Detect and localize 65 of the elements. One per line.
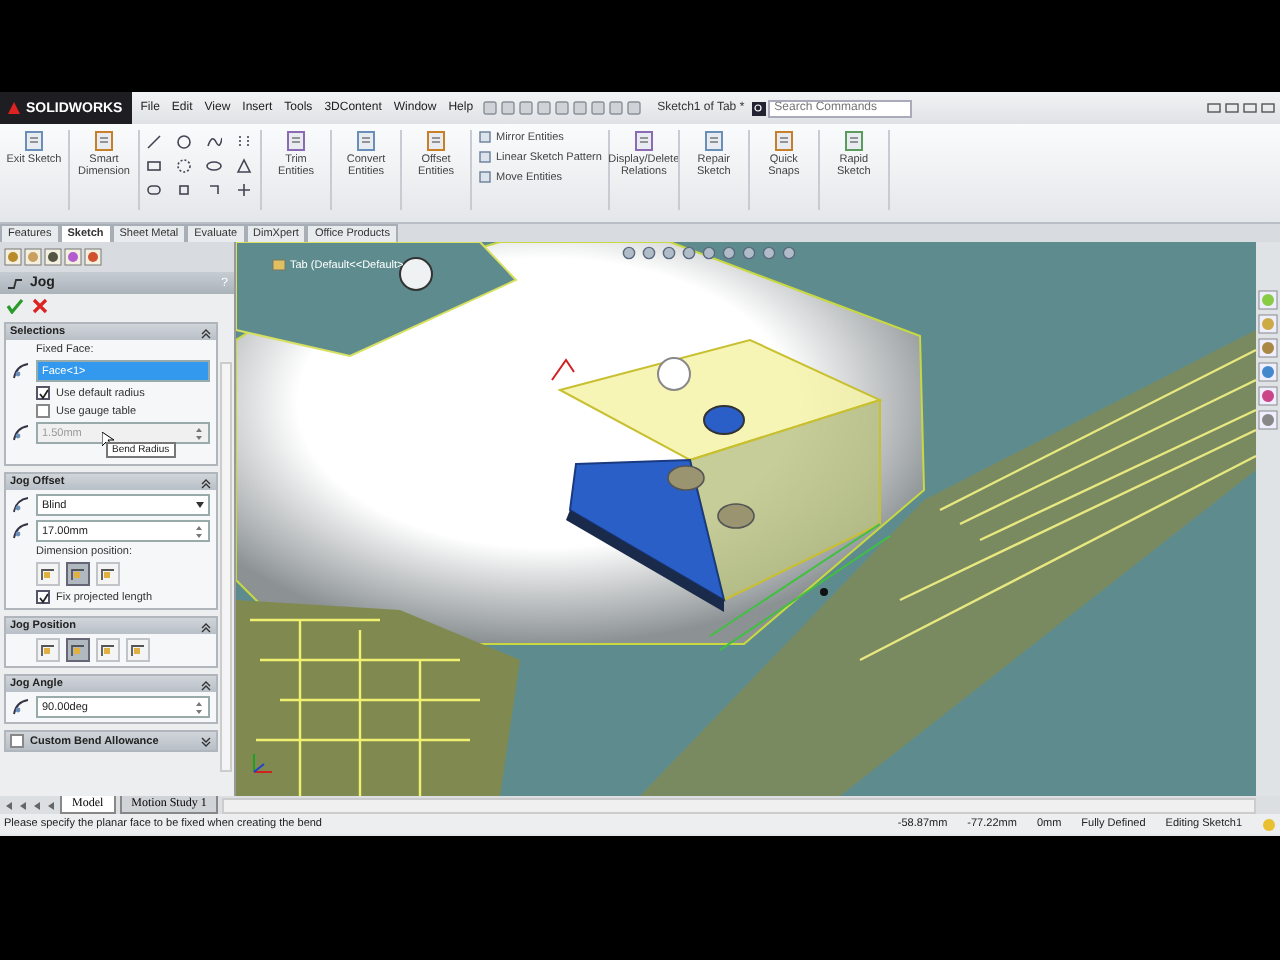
corner-icon[interactable] bbox=[206, 182, 222, 198]
checkmark-icon bbox=[37, 387, 49, 399]
parameter-icon bbox=[12, 362, 30, 380]
position-button[interactable] bbox=[36, 638, 60, 662]
bend-icon bbox=[70, 642, 86, 658]
rectangle-icon[interactable] bbox=[146, 158, 162, 174]
circle-icon[interactable] bbox=[176, 134, 192, 150]
parameter-icon bbox=[12, 522, 30, 540]
spinner-icon bbox=[194, 699, 204, 715]
tool-icon bbox=[92, 130, 116, 152]
checkmark-icon[interactable] bbox=[6, 298, 24, 314]
cross-icon[interactable] bbox=[32, 298, 48, 314]
logo-icon bbox=[6, 100, 22, 116]
parameter-icon bbox=[12, 698, 30, 716]
checkbox[interactable] bbox=[10, 734, 24, 748]
tool-icon bbox=[631, 130, 656, 152]
collapse-icon[interactable] bbox=[200, 325, 212, 339]
parameter-icon bbox=[12, 424, 30, 442]
search-icon bbox=[752, 101, 767, 115]
spline-icon[interactable] bbox=[206, 134, 222, 150]
ellipse-icon[interactable] bbox=[206, 158, 222, 174]
square-icon[interactable] bbox=[176, 182, 192, 198]
triangle-icon[interactable] bbox=[236, 158, 252, 174]
position-button[interactable] bbox=[66, 562, 90, 586]
tool-icon bbox=[771, 130, 796, 152]
triad-icon bbox=[248, 750, 276, 778]
tool-icon bbox=[701, 130, 726, 152]
bend-icon bbox=[100, 566, 116, 582]
bend-icon bbox=[130, 642, 146, 658]
bend-icon bbox=[100, 642, 116, 658]
checkbox[interactable] bbox=[36, 590, 50, 604]
jog-icon bbox=[6, 275, 24, 291]
spinner-icon bbox=[194, 425, 204, 441]
tool-icon bbox=[424, 130, 448, 152]
bend-icon bbox=[70, 566, 86, 582]
collapse-icon[interactable] bbox=[200, 475, 212, 489]
parameter-icon bbox=[12, 496, 30, 514]
bend-icon bbox=[40, 642, 56, 658]
part-icon bbox=[272, 258, 286, 272]
first-icon[interactable] bbox=[4, 799, 14, 811]
checkbox[interactable] bbox=[36, 386, 50, 400]
tool-icon bbox=[354, 130, 378, 152]
position-button[interactable] bbox=[96, 638, 120, 662]
tool-icon bbox=[22, 130, 46, 152]
position-button[interactable] bbox=[96, 562, 120, 586]
centerline-icon[interactable] bbox=[236, 134, 252, 150]
checkbox[interactable] bbox=[36, 404, 50, 418]
checkmark-icon bbox=[37, 591, 49, 603]
position-button[interactable] bbox=[66, 638, 90, 662]
circle-icon[interactable] bbox=[176, 158, 192, 174]
scrollbar[interactable] bbox=[220, 362, 232, 772]
caret-icon bbox=[196, 500, 204, 510]
expand-icon[interactable] bbox=[200, 734, 212, 748]
position-button[interactable] bbox=[36, 562, 60, 586]
spinner-icon bbox=[194, 523, 204, 539]
position-button[interactable] bbox=[126, 638, 150, 662]
collapse-icon[interactable] bbox=[200, 619, 212, 633]
tool-icon bbox=[841, 130, 866, 152]
scrollbar[interactable] bbox=[222, 797, 1256, 813]
bend-icon bbox=[40, 566, 56, 582]
slot-icon[interactable] bbox=[146, 182, 162, 198]
cross-icon[interactable] bbox=[236, 182, 252, 198]
line-icon[interactable] bbox=[146, 134, 162, 150]
tool-icon bbox=[284, 130, 308, 152]
collapse-icon[interactable] bbox=[200, 677, 212, 691]
